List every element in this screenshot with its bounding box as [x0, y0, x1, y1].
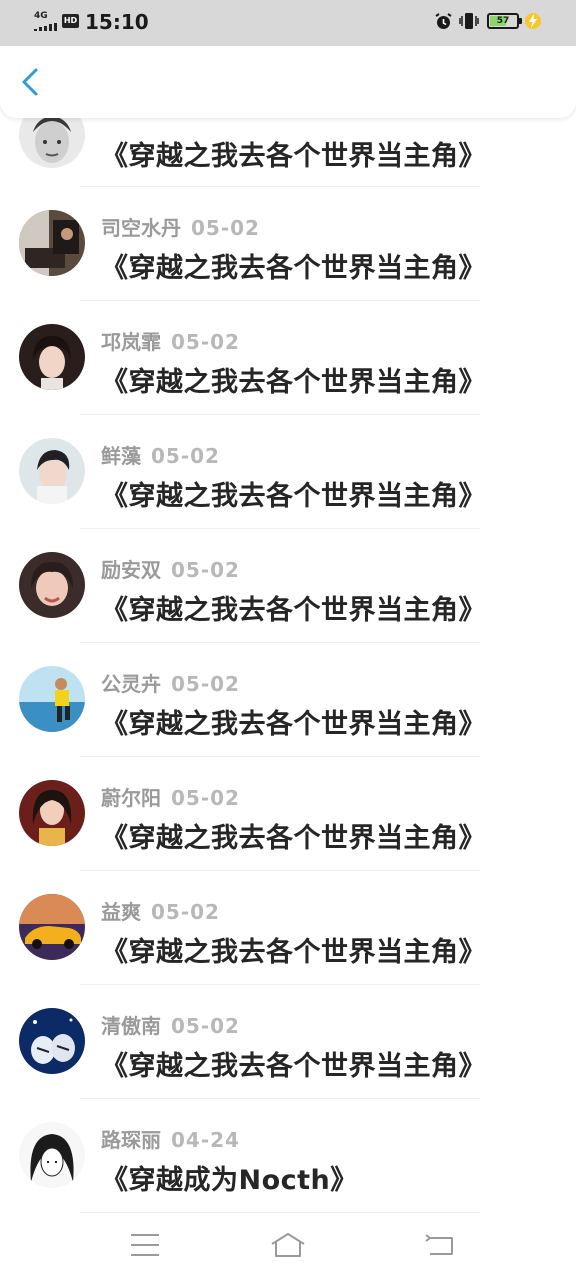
- signal-icon: 4G: [34, 11, 58, 31]
- item-title[interactable]: 《穿越之我去各个世界当主角》: [101, 930, 486, 969]
- item-date: 05-02: [191, 216, 260, 240]
- list-item[interactable]: 路琛丽 04-24 《穿越成为Nocth》: [0, 1098, 576, 1213]
- user-name: 益爽: [101, 900, 141, 924]
- user-name: 路琛丽: [101, 1128, 161, 1152]
- item-date: 05-02: [171, 786, 240, 810]
- list-item[interactable]: 鲜藻 05-02 《穿越之我去各个世界当主角》: [0, 414, 576, 529]
- list-item[interactable]: 益爽 05-02 《穿越之我去各个世界当主角》: [0, 870, 576, 985]
- avatar[interactable]: [19, 210, 85, 276]
- item-meta: 邛岚霏 05-02: [101, 326, 240, 355]
- user-name: 蔚尔阳: [101, 786, 161, 810]
- alarm-icon: [435, 13, 452, 29]
- user-name: 司空水丹: [101, 216, 181, 240]
- item-meta: 路琛丽 04-24: [101, 1124, 240, 1153]
- item-date: 04-24: [171, 1128, 240, 1152]
- item-date: 05-02: [171, 558, 240, 582]
- home-icon[interactable]: [270, 1230, 306, 1260]
- avatar[interactable]: [19, 894, 85, 960]
- item-title[interactable]: 《穿越之我去各个世界当主角》: [101, 360, 486, 399]
- list-item[interactable]: 邛岚霏 05-02 《穿越之我去各个世界当主角》: [0, 300, 576, 415]
- avatar[interactable]: [19, 1008, 85, 1074]
- avatar[interactable]: [19, 552, 85, 618]
- item-meta: 励安双 05-02: [101, 554, 240, 583]
- battery-level: 57: [496, 16, 510, 26]
- avatar[interactable]: [19, 324, 85, 390]
- network-type: 4G: [34, 11, 48, 21]
- item-date: 05-02: [151, 900, 220, 924]
- item-title[interactable]: 《穿越之我去各个世界当主角》: [101, 246, 486, 285]
- chevron-left-icon[interactable]: [14, 64, 50, 100]
- avatar[interactable]: [19, 438, 85, 504]
- vibrate-icon: [459, 13, 479, 29]
- item-title[interactable]: 《穿越之我去各个世界当主角》: [101, 588, 486, 627]
- item-date: 05-02: [171, 1014, 240, 1038]
- item-title[interactable]: 《穿越之我去各个世界当主角》: [101, 702, 486, 741]
- item-meta: 公灵卉 05-02: [101, 668, 240, 697]
- item-title[interactable]: 《穿越之我去各个世界当主角》: [101, 816, 486, 855]
- item-title[interactable]: 《穿越之我去各个世界当主角》: [101, 1044, 486, 1083]
- user-name: 邛岚霏: [101, 330, 161, 354]
- back-icon[interactable]: [422, 1230, 458, 1260]
- item-title[interactable]: 《穿越之我去各个世界当主角》: [101, 474, 486, 513]
- avatar[interactable]: [19, 666, 85, 732]
- item-meta: 司空水丹 05-02: [101, 212, 260, 241]
- item-meta: 鲜藻 05-02: [101, 440, 220, 469]
- item-meta: 蔚尔阳 05-02: [101, 782, 240, 811]
- user-name: 公灵卉: [101, 672, 161, 696]
- system-nav-bar: [0, 1218, 576, 1280]
- list-item[interactable]: 清傲南 05-02 《穿越之我去各个世界当主角》: [0, 984, 576, 1099]
- item-date: 05-02: [171, 330, 240, 354]
- item-title[interactable]: 《穿越之我去各个世界当主角》: [101, 134, 486, 173]
- clock: 15:10: [85, 10, 149, 34]
- user-name: 鲜藻: [101, 444, 141, 468]
- menu-icon[interactable]: [127, 1230, 163, 1260]
- list-item[interactable]: 励安双 05-02 《穿越之我去各个世界当主角》: [0, 528, 576, 643]
- status-bar: 4G HD 15:10 57: [0, 0, 576, 46]
- item-date: 05-02: [151, 444, 220, 468]
- user-name: 励安双: [101, 558, 161, 582]
- item-meta: 益爽 05-02: [101, 896, 220, 925]
- divider: [80, 1212, 480, 1213]
- list-item[interactable]: 蔚尔阳 05-02 《穿越之我去各个世界当主角》: [0, 756, 576, 871]
- list-item[interactable]: 公灵卉 05-02 《穿越之我去各个世界当主角》: [0, 642, 576, 757]
- battery-icon: 57: [487, 13, 522, 29]
- avatar[interactable]: [19, 1122, 85, 1188]
- avatar[interactable]: [19, 780, 85, 846]
- nav-header: [0, 46, 576, 118]
- item-meta: 清傲南 05-02: [101, 1010, 240, 1039]
- user-name: 清傲南: [101, 1014, 161, 1038]
- item-date: 05-02: [171, 672, 240, 696]
- item-title[interactable]: 《穿越成为Nocth》: [101, 1158, 358, 1197]
- charging-icon: [525, 13, 541, 29]
- list-item[interactable]: 司空水丹 05-02 《穿越之我去各个世界当主角》: [0, 186, 576, 301]
- hd-icon: HD: [62, 14, 79, 28]
